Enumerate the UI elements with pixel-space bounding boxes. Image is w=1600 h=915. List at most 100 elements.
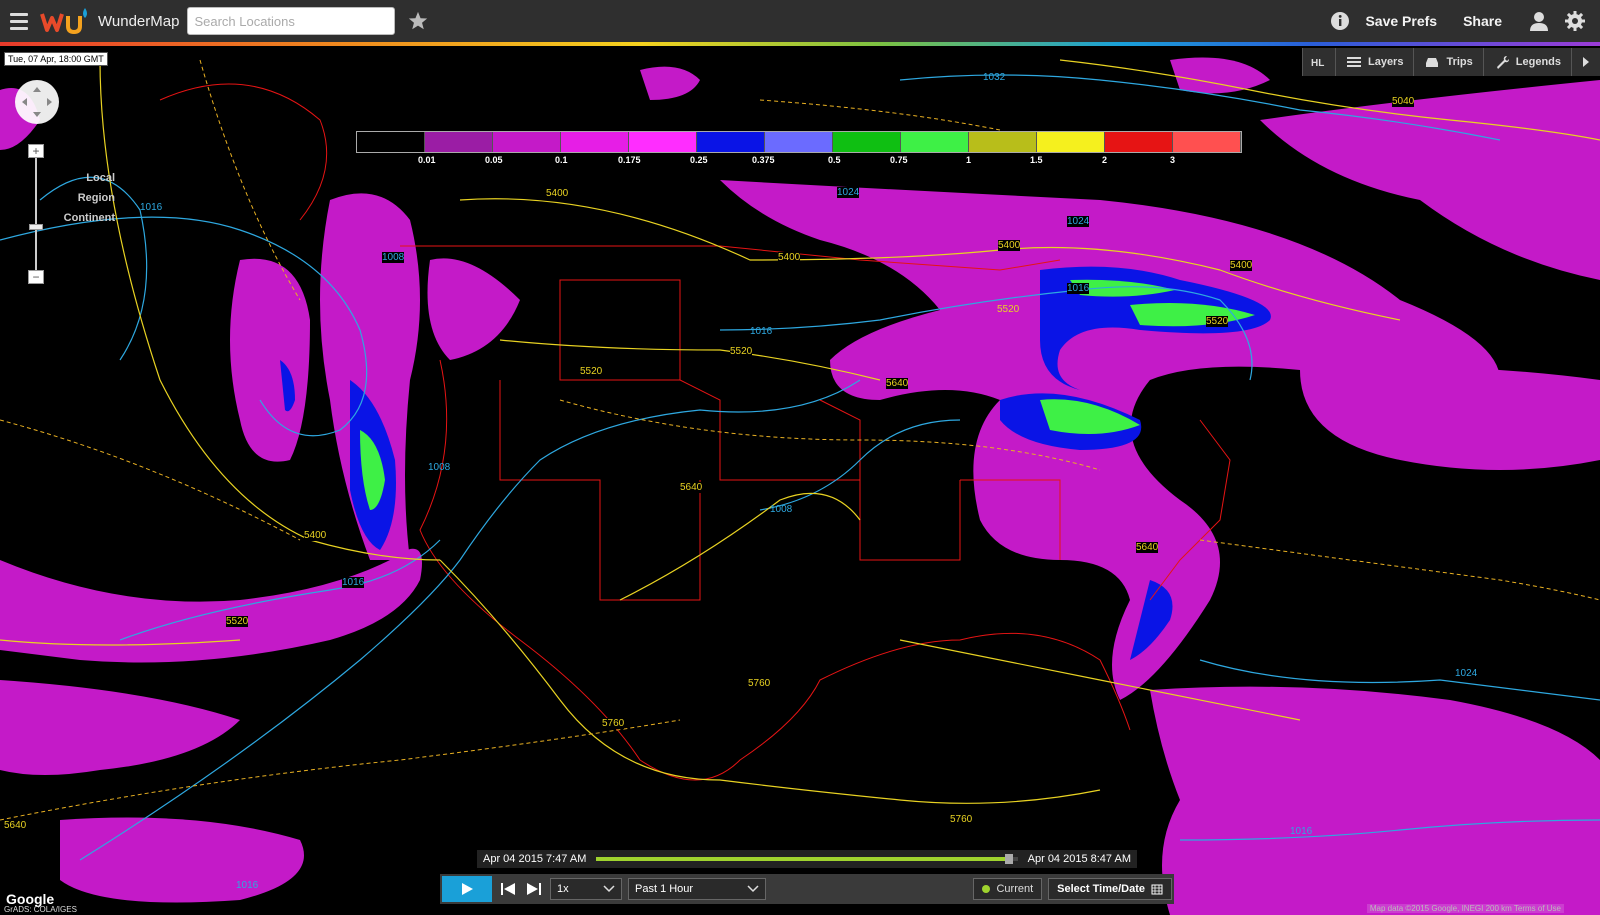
legends-label: Legends bbox=[1515, 56, 1561, 68]
legend-swatch bbox=[833, 132, 901, 152]
isobar-label: 1016 bbox=[140, 202, 163, 213]
skip-back-button[interactable] bbox=[498, 879, 518, 899]
pan-control-icon[interactable] bbox=[15, 80, 59, 124]
wu-logo[interactable] bbox=[38, 4, 94, 38]
select-time-button[interactable]: Select Time/Date bbox=[1048, 878, 1172, 900]
height-label: 5760 bbox=[748, 678, 771, 689]
hl-button[interactable]: HL bbox=[1301, 48, 1335, 76]
legend-swatch bbox=[697, 132, 765, 152]
timeline-progress bbox=[596, 857, 1010, 861]
legend-swatch bbox=[1173, 132, 1241, 152]
height-label: 5520 bbox=[580, 366, 603, 377]
map-toolbar: HL Layers Trips Legends bbox=[1301, 48, 1600, 76]
isobar-label: 1024 bbox=[1067, 216, 1090, 227]
isobar-label: 1008 bbox=[428, 462, 451, 473]
height-label: 5520 bbox=[730, 346, 753, 357]
chevron-down-icon bbox=[603, 885, 615, 893]
isobar-label: 1008 bbox=[770, 504, 793, 515]
animation-timeline: Apr 04 2015 7:47 AM Apr 04 2015 8:47 AM bbox=[477, 850, 1137, 868]
height-label: 5760 bbox=[950, 814, 973, 825]
isobar-label: 1016 bbox=[1290, 826, 1313, 837]
legend-label: 0.01 bbox=[418, 155, 436, 165]
speed-value: 1x bbox=[557, 883, 569, 895]
legend-label: 1 bbox=[966, 155, 972, 165]
timeline-end: Apr 04 2015 8:47 AM bbox=[1027, 853, 1131, 865]
legend-swatch bbox=[425, 132, 493, 152]
layers-label: Layers bbox=[1367, 56, 1404, 68]
hl-icon: HL bbox=[1311, 58, 1324, 69]
map-canvas bbox=[0, 57, 1600, 915]
legend-swatch bbox=[1105, 132, 1173, 152]
info-icon[interactable] bbox=[1329, 10, 1351, 32]
car-icon bbox=[1426, 58, 1439, 67]
height-label: 5400 bbox=[304, 530, 327, 541]
zoom-thumb[interactable] bbox=[29, 224, 43, 230]
legend-swatch bbox=[901, 132, 969, 152]
speed-select[interactable]: 1x bbox=[550, 878, 622, 900]
layers-button[interactable]: Layers bbox=[1334, 48, 1414, 76]
search-input[interactable] bbox=[187, 7, 396, 35]
user-icon[interactable] bbox=[1528, 10, 1550, 32]
weather-map[interactable]: 1032 1016 1008 1008 1016 1024 1024 1016 … bbox=[0, 46, 1600, 915]
legend-label: 0.25 bbox=[690, 155, 708, 165]
skip-forward-button[interactable] bbox=[524, 879, 544, 899]
legend-label: 1.5 bbox=[1030, 155, 1043, 165]
zoom-in-button[interactable]: + bbox=[28, 144, 44, 158]
select-time-label: Select Time/Date bbox=[1057, 883, 1145, 895]
range-value: Past 1 Hour bbox=[635, 883, 694, 895]
isobar-label: 1016 bbox=[750, 326, 773, 337]
menu-icon[interactable] bbox=[0, 0, 38, 42]
height-label: 5520 bbox=[226, 616, 249, 627]
zoom-level-region[interactable]: Region bbox=[78, 192, 115, 204]
height-label: 5040 bbox=[1392, 96, 1415, 107]
svg-text:HL: HL bbox=[1311, 58, 1324, 69]
height-label: 5400 bbox=[546, 188, 569, 199]
playback-controls: 1x Past 1 Hour Current Select Time/Date bbox=[440, 874, 1174, 904]
share-button[interactable]: Share bbox=[1463, 13, 1502, 29]
height-label: 5760 bbox=[602, 718, 625, 729]
wundermap-app: WunderMap Save Prefs Share bbox=[0, 0, 1600, 915]
brand-name: WunderMap bbox=[98, 12, 180, 30]
legend-swatch bbox=[561, 132, 629, 152]
current-button[interactable]: Current bbox=[973, 878, 1043, 900]
zoom-level-continent[interactable]: Continent bbox=[64, 212, 115, 224]
timeline-start: Apr 04 2015 7:47 AM bbox=[483, 853, 587, 865]
timeline-track[interactable] bbox=[596, 854, 1018, 864]
current-indicator bbox=[982, 885, 991, 893]
zoom-track bbox=[35, 158, 37, 270]
isobar-label: 1008 bbox=[382, 252, 405, 263]
top-bar: WunderMap Save Prefs Share bbox=[0, 0, 1600, 42]
grads-credit: GrADS: COLA/IGES bbox=[4, 905, 77, 914]
current-label: Current bbox=[996, 883, 1034, 895]
legend-swatch bbox=[357, 132, 425, 152]
legend-label: 0.375 bbox=[752, 155, 775, 165]
height-label: 5400 bbox=[998, 240, 1021, 251]
height-label: 5400 bbox=[1230, 260, 1253, 271]
skip-back-icon bbox=[501, 883, 515, 895]
legend-swatch bbox=[629, 132, 697, 152]
layers-icon bbox=[1346, 57, 1361, 67]
expand-toolbar-button[interactable] bbox=[1571, 48, 1600, 76]
gear-icon[interactable] bbox=[1564, 10, 1586, 32]
timeline-handle[interactable] bbox=[1005, 854, 1014, 864]
legend-label: 0.1 bbox=[555, 155, 568, 165]
legends-button[interactable]: Legends bbox=[1482, 48, 1571, 76]
legend-swatch bbox=[1037, 132, 1105, 152]
star-icon[interactable] bbox=[407, 10, 429, 32]
legend-swatch bbox=[765, 132, 833, 152]
timestamp-label: Tue, 07 Apr, 18:00 GMT bbox=[4, 52, 108, 66]
zoom-slider[interactable]: + − bbox=[28, 144, 44, 284]
zoom-out-button[interactable]: − bbox=[28, 270, 44, 284]
legend-label: 0.175 bbox=[618, 155, 641, 165]
precip-legend bbox=[356, 131, 1242, 153]
skip-forward-icon bbox=[527, 883, 541, 895]
height-label: 5640 bbox=[1136, 542, 1159, 553]
height-label: 5520 bbox=[997, 304, 1020, 315]
map-attribution[interactable]: Map data ©2015 Google, INEGI 200 km Term… bbox=[1366, 904, 1564, 913]
isobar-label: 1016 bbox=[1067, 283, 1090, 294]
zoom-level-local[interactable]: Local bbox=[86, 172, 115, 184]
play-button[interactable] bbox=[442, 876, 492, 902]
trips-button[interactable]: Trips bbox=[1413, 48, 1483, 76]
save-prefs-button[interactable]: Save Prefs bbox=[1365, 13, 1437, 29]
range-select[interactable]: Past 1 Hour bbox=[628, 878, 766, 900]
